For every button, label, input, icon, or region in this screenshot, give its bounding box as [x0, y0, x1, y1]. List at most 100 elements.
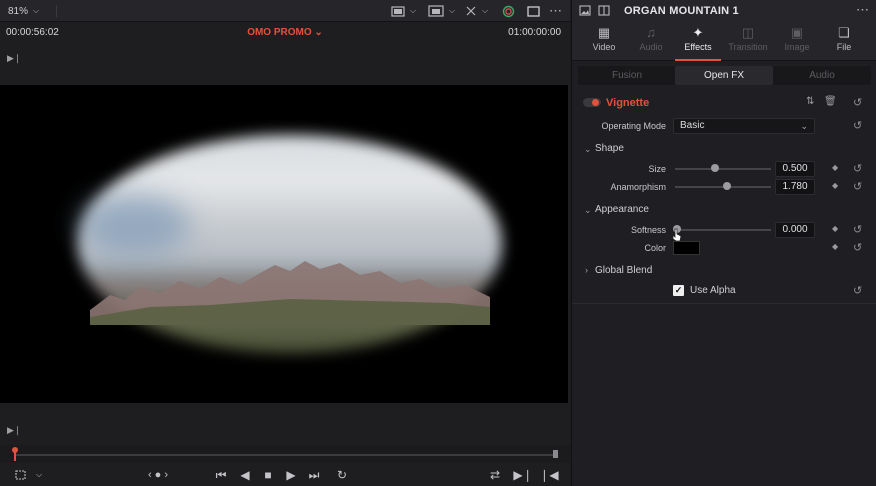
chevron-right-icon: › [585, 265, 588, 275]
tab-effects-label: Effects [684, 42, 712, 52]
viewer-layout-icon[interactable] [388, 0, 408, 22]
mountain-silhouette [90, 261, 490, 325]
size-slider-track[interactable] [675, 168, 771, 170]
operating-mode-select[interactable]: Basic ⌄ [673, 118, 815, 134]
size-slider-handle[interactable] [711, 164, 719, 172]
anamorphism-row: Anamorphism 1.780 ◆ ↺ [572, 177, 876, 197]
tab-file-label: File [836, 42, 852, 52]
sky-patch [80, 195, 190, 255]
subtab-audio[interactable]: Audio [773, 66, 871, 85]
jump-to-in-icon[interactable]: ▶❘ [7, 53, 21, 64]
anamorphism-input[interactable]: 1.780 [775, 179, 815, 195]
keyframe-icon[interactable]: ◆ [832, 181, 838, 190]
end-marker [553, 450, 558, 458]
expand-icon[interactable] [462, 0, 480, 22]
jump-to-start-icon[interactable]: ⏮ [212, 466, 230, 484]
anamorphism-slider-handle[interactable] [723, 182, 731, 190]
loop-icon[interactable]: ↻ [333, 466, 351, 484]
effects-subtabs: Fusion Open FX Audio [578, 66, 871, 85]
video-preview[interactable] [0, 85, 568, 403]
tab-transition[interactable]: ◫ Transition [724, 22, 772, 61]
timecode-bar: 00:00:56:02 OMO PROMO ⌄ 01:00:00:00 [0, 22, 570, 43]
tab-file[interactable]: ❏ File [820, 22, 868, 61]
keyframe-icon[interactable]: ◆ [832, 163, 838, 172]
reset-color-icon[interactable]: ↺ [853, 241, 862, 254]
size-input[interactable]: 0.500 [775, 161, 815, 177]
stop-icon[interactable]: ■ [260, 466, 276, 484]
use-alpha-label: Use Alpha [690, 285, 736, 296]
clip-nav-icon[interactable]: ‹ ● › [140, 466, 176, 484]
tab-video-label: Video [592, 42, 616, 52]
section-divider [572, 303, 876, 304]
subtab-fusion[interactable]: Fusion [578, 66, 676, 85]
split-view-icon[interactable] [598, 5, 610, 19]
play-reverse-icon[interactable]: ◀ [237, 466, 253, 484]
match-frame-icon[interactable]: ⇄ [486, 466, 504, 484]
next-edit-icon[interactable]: ▶❘ [513, 466, 532, 484]
inspector-tabs: ▦ Video ♫ Audio ✦ Effects ◫ Transition ▣… [572, 22, 876, 61]
timeline-name-dropdown[interactable]: OMO PROMO ⌄ [0, 27, 570, 38]
tab-audio[interactable]: ♫ Audio [627, 22, 675, 61]
appearance-section-label: Appearance [595, 204, 649, 215]
layout-chevron-icon[interactable]: ⌵ [408, 0, 418, 22]
active-tab-indicator [675, 59, 721, 61]
global-blend-label: Global Blend [595, 265, 653, 276]
tab-effects[interactable]: ✦ Effects [674, 22, 722, 61]
jump-to-out-icon[interactable]: ▶❘ [7, 425, 21, 436]
record-timecode: 01:00:00:00 [508, 27, 561, 38]
size-row: Size 0.500 ◆ ↺ [572, 159, 876, 179]
global-blend-section[interactable]: › Global Blend [572, 261, 876, 281]
overlay-chevron-icon[interactable]: ⌵ [447, 0, 457, 22]
reset-effect-icon[interactable]: ↺ [853, 96, 862, 109]
softness-label: Softness [630, 225, 666, 235]
more-options-icon[interactable]: ⋯ [856, 2, 869, 18]
cinema-view-icon[interactable] [524, 0, 542, 22]
play-icon[interactable]: ▶ [283, 466, 299, 484]
transform-icon[interactable] [12, 466, 28, 484]
scrubber-bar[interactable] [0, 445, 570, 463]
overlay-icon[interactable] [425, 0, 447, 22]
use-alpha-checkbox[interactable]: ✓ [673, 285, 684, 296]
tab-image-label: Image [784, 42, 810, 52]
transform-chevron-icon[interactable]: ⌵ [34, 466, 44, 484]
tab-image[interactable]: ▣ Image [773, 22, 821, 61]
shape-section[interactable]: ⌄ Shape [572, 139, 876, 159]
reset-use-alpha-icon[interactable]: ↺ [853, 284, 862, 297]
tab-transition-label: Transition [728, 42, 768, 52]
softness-input[interactable]: 0.000 [775, 222, 815, 238]
chevron-down-icon: ⌄ [584, 144, 592, 154]
chevron-down-icon: ⌄ [314, 27, 323, 38]
vignette-enable-toggle[interactable] [583, 98, 601, 107]
reset-size-icon[interactable]: ↺ [853, 162, 862, 175]
reset-softness-icon[interactable]: ↺ [853, 223, 862, 236]
color-scope-icon[interactable] [499, 0, 517, 22]
tab-audio-label: Audio [639, 42, 663, 52]
keyframe-icon[interactable]: ◆ [832, 224, 838, 233]
more-options-icon[interactable]: ⋯ [546, 0, 566, 22]
color-swatch[interactable] [673, 241, 700, 255]
viewer-toolbar: 81% ⌵ ⌵ ⌵ ⌵ ⋯ [0, 0, 570, 22]
reset-anamorphism-icon[interactable]: ↺ [853, 180, 862, 193]
transition-icon: ◫ [741, 25, 755, 40]
appearance-section[interactable]: ⌄ Appearance [572, 200, 876, 220]
subtab-openfx[interactable]: Open FX [675, 66, 773, 85]
chevron-down-icon: ⌄ [800, 121, 808, 131]
image-icon[interactable] [579, 5, 591, 19]
file-icon: ❏ [838, 25, 850, 40]
color-row: Color ◆ ↺ [572, 238, 876, 258]
softness-slider-track[interactable] [675, 229, 771, 231]
transport-controls: ⌵ ‹ ● › ⏮ ◀ ■ ▶ ⏭ ↻ ⇄ ▶❘ ❘◀ [0, 463, 570, 486]
jump-to-end-icon[interactable]: ⏭ [305, 466, 323, 484]
expand-chevron-icon[interactable]: ⌵ [480, 0, 490, 22]
zoom-level[interactable]: 81% [8, 0, 28, 22]
reorder-icon[interactable]: ⇅ [806, 96, 814, 107]
chevron-down-icon: ⌄ [584, 205, 592, 215]
zoom-dropdown-icon[interactable]: ⌵ [33, 0, 39, 22]
playhead-line [14, 451, 16, 461]
magic-wand-icon: ✦ [692, 25, 704, 40]
keyframe-icon[interactable]: ◆ [832, 242, 838, 251]
prev-edit-icon[interactable]: ❘◀ [539, 466, 558, 484]
trash-icon[interactable]: 🗑 [824, 96, 837, 107]
tab-video[interactable]: ▦ Video [580, 22, 628, 61]
reset-operating-mode-icon[interactable]: ↺ [853, 119, 862, 132]
